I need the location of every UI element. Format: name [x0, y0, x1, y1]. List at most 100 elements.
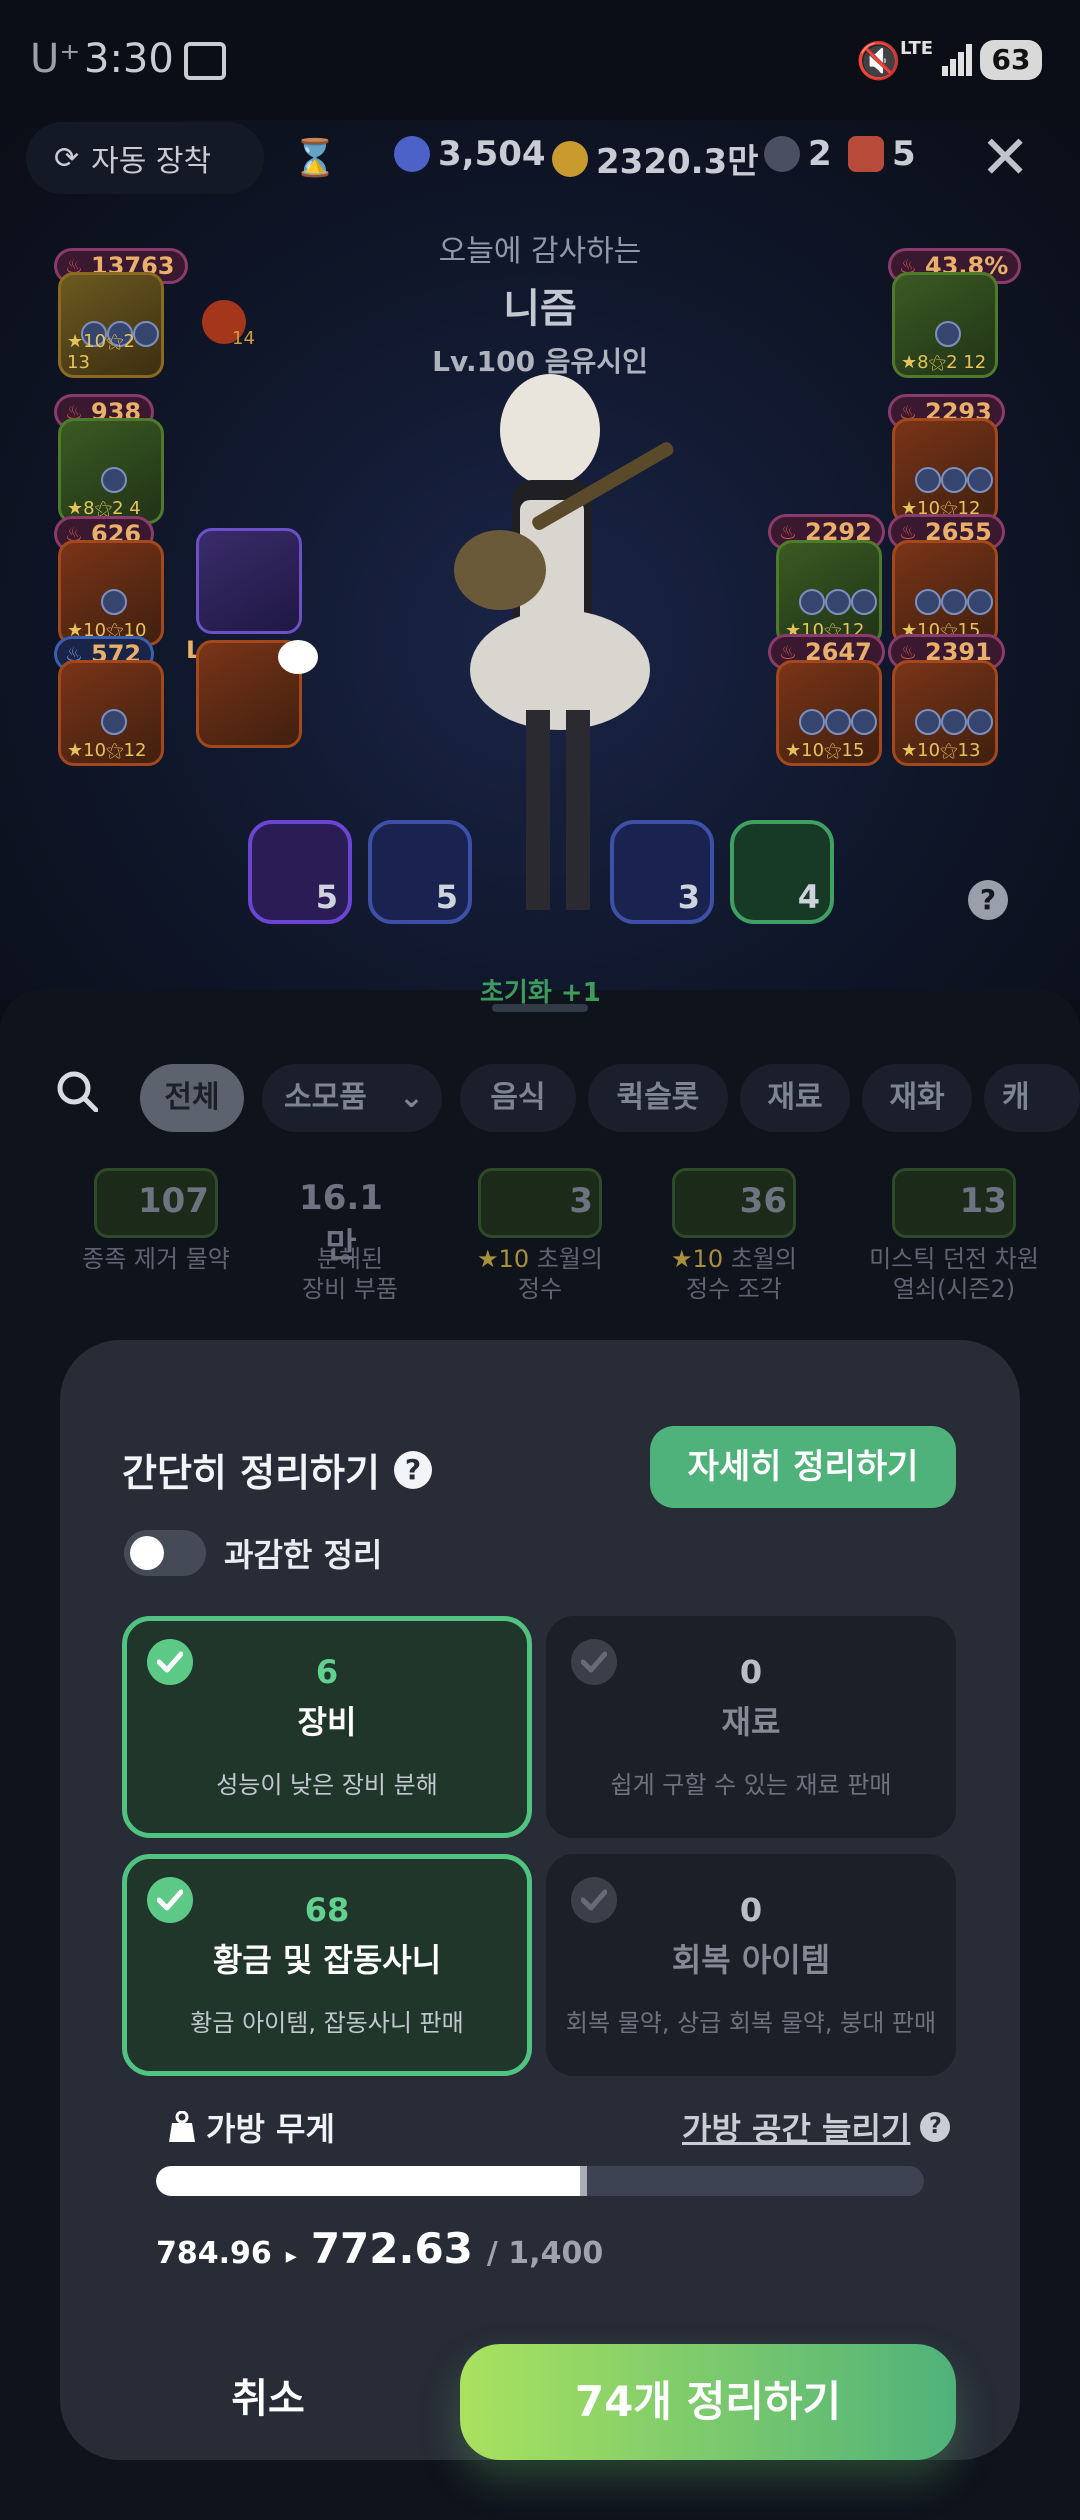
category-card-materials[interactable]: 0 재료 쉽게 구할 수 있는 재료 판매	[546, 1616, 956, 1838]
card-desc: 회복 물약, 상급 회복 물약, 붕대 판매	[565, 2009, 937, 2037]
card-desc: 쉽게 구할 수 있는 재료 판매	[610, 1771, 892, 1799]
equipment-slot-pet-gear[interactable]	[196, 528, 302, 634]
card-name: 장비	[297, 1703, 357, 1741]
hourglass-icon: ⌛	[292, 138, 338, 179]
quickslot-1[interactable]: 5	[248, 820, 352, 924]
currency-value: 2	[808, 134, 832, 174]
checkmark-icon	[147, 1877, 193, 1923]
quickslot-4[interactable]: 4	[730, 820, 834, 924]
currency-dark-orb: 2	[764, 134, 832, 174]
filter-chip-all[interactable]: 전체	[140, 1064, 244, 1132]
status-bar: U⁺ 3:30 🔇 LTE 63	[0, 0, 1080, 120]
inventory-item[interactable]: 13 미스틱 던전 차원 열쇠(시즌2)	[854, 1168, 1054, 1304]
screenshot-icon	[184, 42, 226, 80]
card-name: 황금 및 잡동사니	[212, 1941, 442, 1979]
gold-coin-icon	[552, 140, 588, 177]
currency-gold: 2320.3만	[552, 134, 758, 183]
currency-blue-gem: 3,504	[394, 134, 546, 174]
bag-weight-marker	[579, 2166, 587, 2196]
aggressive-toggle-row: 과감한 정리	[124, 1530, 382, 1576]
equipment-slot-earring[interactable]: ★10⚝12	[776, 540, 882, 646]
toggle-label: 과감한 정리	[224, 1536, 383, 1574]
help-icon[interactable]: ?	[968, 880, 1008, 920]
checkmark-icon	[147, 1639, 193, 1685]
equipment-slot-ring-2[interactable]: ★10⚝15	[776, 660, 882, 766]
detailed-organize-button[interactable]: 자세히 정리하기	[650, 1426, 956, 1508]
checkmark-icon	[571, 1877, 617, 1923]
auto-equip-label: 자동 장착	[91, 144, 212, 179]
filter-chip-consumables[interactable]: 소모품 ⌄	[262, 1064, 442, 1132]
bag-weight-values: 784.96 ▸ 772.63 / 1,400	[156, 2224, 603, 2273]
inventory-item[interactable]: 36 ★10 초월의 정수 조각	[644, 1168, 824, 1304]
battery-indicator: 63	[980, 40, 1042, 80]
filter-chip-quickslot[interactable]: 퀵슬롯	[588, 1064, 728, 1132]
card-desc: 황금 아이템, 잡동사니 판매	[190, 2009, 464, 2037]
bag-weight-fill	[156, 2166, 580, 2196]
buff-badge: 14	[232, 328, 255, 349]
chevron-down-icon: ⌄	[398, 1080, 424, 1115]
category-card-gold-junk[interactable]: 68 황금 및 잡동사니 황금 아이템, 잡동사니 판매	[122, 1854, 532, 2076]
close-icon[interactable]: ✕	[980, 128, 1030, 188]
currency-value: 3,504	[438, 134, 546, 174]
blue-gem-icon	[394, 136, 430, 172]
equipment-slot-relic[interactable]: ★8⚝2 12	[892, 272, 998, 378]
category-card-recovery[interactable]: 0 회복 아이템 회복 물약, 상급 회복 물약, 붕대 판매	[546, 1854, 956, 2076]
quickslot-3[interactable]: 3	[610, 820, 714, 924]
equipment-slot-bracelet[interactable]: ★10⚝13	[892, 660, 998, 766]
equipment-slot-armor[interactable]: ★8⚝2 4	[58, 418, 164, 524]
arrow-right-icon: ▸	[285, 2244, 297, 2269]
sheet-drag-handle[interactable]	[492, 1004, 588, 1012]
equipment-slot-weapon[interactable]: ★10⚝2 13	[58, 272, 164, 378]
hourglass-button[interactable]: ⌛	[282, 122, 348, 194]
inventory-item[interactable]: 107 종족 제거 물약	[66, 1168, 246, 1274]
mute-icon: 🔇	[856, 41, 901, 82]
help-icon: ?	[920, 2112, 951, 2142]
top-bar: ⟳ 자동 장착 ⌛ 3,504 2320.3만 2 5 ✕	[0, 122, 1080, 196]
signal-icon	[942, 44, 972, 76]
filter-chip-currency[interactable]: 재화	[862, 1064, 972, 1132]
status-time: 3:30	[84, 36, 174, 82]
aggressive-cleanup-toggle[interactable]	[124, 1530, 206, 1576]
card-desc: 성능이 낮은 장비 분해	[216, 1771, 438, 1799]
weight-after: 772.63	[310, 2224, 473, 2273]
character-subtitle: 오늘에 감사하는	[438, 234, 642, 269]
carrier-label: U⁺	[30, 36, 81, 82]
bag-weight-bar	[156, 2166, 924, 2196]
dark-orb-icon	[764, 136, 800, 172]
weight-before: 784.96	[156, 2236, 272, 2271]
currency-demon-mask: 5	[848, 134, 916, 174]
character-title: 오늘에 감사하는 니즘 Lv.100 음유시인	[340, 226, 740, 380]
filter-chip-more[interactable]: 캐	[984, 1064, 1080, 1132]
character-name: 니즘	[503, 286, 577, 332]
dialog-title: 간단히 정리하기 ?	[122, 1442, 432, 1497]
search-icon[interactable]	[56, 1070, 98, 1112]
equipment-slot-necklace[interactable]: ★10⚝12	[892, 418, 998, 524]
filter-chip-materials[interactable]: 재료	[740, 1064, 850, 1132]
bag-weight-label: 가방 무게	[168, 2104, 335, 2150]
weight-max: / 1,400	[486, 2236, 604, 2271]
card-name: 회복 아이템	[671, 1941, 831, 1979]
inventory-item[interactable]: 16.1만 분해된 장비 부품	[260, 1168, 440, 1304]
category-card-equipment[interactable]: 6 장비 성능이 낮은 장비 분해	[122, 1616, 532, 1838]
currency-value: 2320.3만	[596, 142, 759, 182]
weight-icon	[169, 2111, 195, 2142]
expand-bag-link[interactable]: 가방 공간 늘리기 ?	[682, 2104, 951, 2150]
inventory-item[interactable]: 3 ★10 초월의 정수	[450, 1168, 630, 1304]
auto-equip-button[interactable]: ⟳ 자동 장착	[26, 122, 264, 194]
equipment-slot-ring-1[interactable]: ★10⚝15	[892, 540, 998, 646]
equipment-slot-gloves[interactable]: ★10⚝10	[58, 540, 164, 646]
quick-organize-dialog: 간단히 정리하기 ? 자세히 정리하기 과감한 정리 6 장비 성능이 낮은 장…	[60, 1340, 1020, 2460]
card-name: 재료	[721, 1703, 781, 1741]
confirm-organize-button[interactable]: 74개 정리하기	[460, 2344, 956, 2460]
quickslot-2[interactable]: 5	[368, 820, 472, 924]
cancel-button[interactable]: 취소	[158, 2344, 378, 2454]
checkmark-icon	[571, 1639, 617, 1685]
filter-chip-food[interactable]: 음식	[460, 1064, 576, 1132]
equipment-slot-boots[interactable]: ★10⚝12	[58, 660, 164, 766]
demon-mask-icon	[848, 136, 884, 172]
currency-value: 5	[892, 134, 916, 174]
network-label: LTE	[900, 38, 934, 59]
speech-bubble-icon	[278, 640, 318, 674]
refresh-icon: ⟳	[54, 140, 80, 176]
help-icon[interactable]: ?	[393, 1450, 432, 1489]
